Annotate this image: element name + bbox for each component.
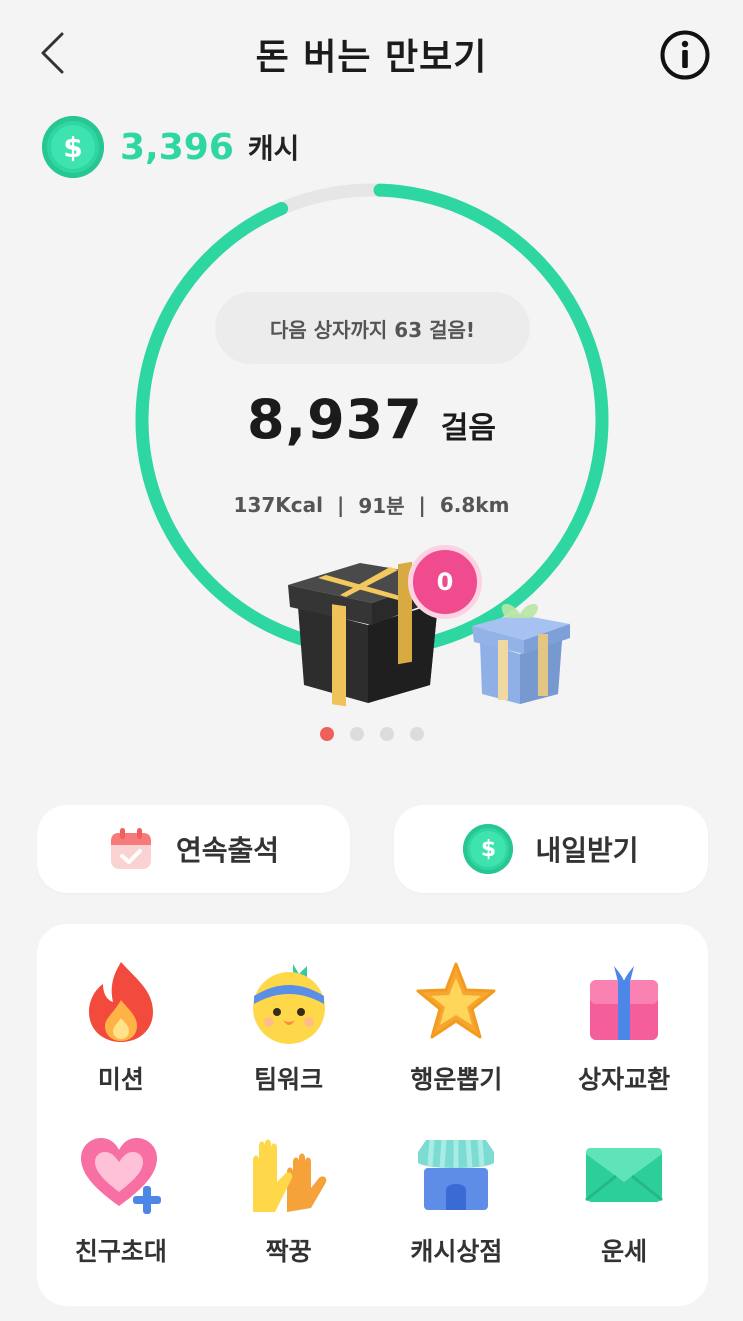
menu-item-teamwork[interactable]: 팀워크 <box>205 960 373 1132</box>
step-count-value: 8,937 <box>246 388 423 451</box>
menu-label: 캐시상점 <box>410 1237 503 1266</box>
envelope-icon <box>585 1148 664 1202</box>
carousel-dot[interactable] <box>410 727 424 741</box>
menu-item-box-exchange[interactable]: 상자교환 <box>540 960 708 1132</box>
menu-card: 미션 팀워크 행운뽑기 상자교환 친구초대 짝꿍 캐시상점 운세 <box>37 924 708 1306</box>
next-box-message: 다음 상자까지 63 걸음! <box>215 292 530 364</box>
carousel-dot[interactable] <box>380 727 394 741</box>
menu-item-partner[interactable]: 짝꿍 <box>205 1132 373 1304</box>
calories-value: 137Kcal <box>233 492 323 517</box>
stats-separator: | <box>418 492 426 517</box>
minutes-value: 91분 <box>358 494 405 518</box>
gift-box-icon <box>590 966 659 1040</box>
menu-item-fortune[interactable]: 운세 <box>540 1132 708 1304</box>
menu-item-mission[interactable]: 미션 <box>37 960 205 1132</box>
step-count: 8,937 걸음 <box>0 388 743 458</box>
chick-headband-icon <box>252 964 325 1044</box>
star-icon <box>416 962 496 1039</box>
heart-plus-icon <box>80 1138 161 1214</box>
menu-item-cash-store[interactable]: 캐시상점 <box>373 1132 541 1304</box>
walk-stats: 137Kcal | 91분 | 6.8km <box>0 490 743 519</box>
carousel-indicator <box>320 727 440 741</box>
carousel-dot[interactable] <box>350 727 364 741</box>
menu-label: 미션 <box>97 1065 144 1094</box>
gloves-icon <box>252 1139 326 1212</box>
menu-label: 팀워크 <box>254 1065 324 1094</box>
fire-icon <box>88 962 153 1042</box>
blue-gift-box-icon[interactable] <box>466 596 574 706</box>
receive-tomorrow-button[interactable]: $ 내일받기 <box>394 805 708 893</box>
distance-value: 6.8km <box>439 492 510 517</box>
attendance-button[interactable]: 연속출석 <box>37 805 350 893</box>
store-icon <box>418 1139 495 1210</box>
receive-tomorrow-label: 내일받기 <box>535 834 639 867</box>
dollar-coin-icon: $ <box>463 824 514 874</box>
menu-item-lucky-draw[interactable]: 행운뽑기 <box>373 960 541 1132</box>
stats-separator: | <box>337 492 345 517</box>
attendance-label: 연속출석 <box>175 834 280 867</box>
menu-label: 친구초대 <box>74 1237 167 1266</box>
menu-label: 상자교환 <box>578 1065 671 1094</box>
menu-label: 운세 <box>601 1237 648 1266</box>
menu-label: 행운뽑기 <box>410 1065 503 1094</box>
menu-item-invite-friend[interactable]: 친구초대 <box>37 1132 205 1304</box>
menu-label: 짝꿍 <box>265 1237 312 1266</box>
step-count-unit: 걸음 <box>440 411 496 446</box>
calendar-check-icon <box>110 828 151 869</box>
carousel-dot[interactable] <box>320 727 334 741</box>
